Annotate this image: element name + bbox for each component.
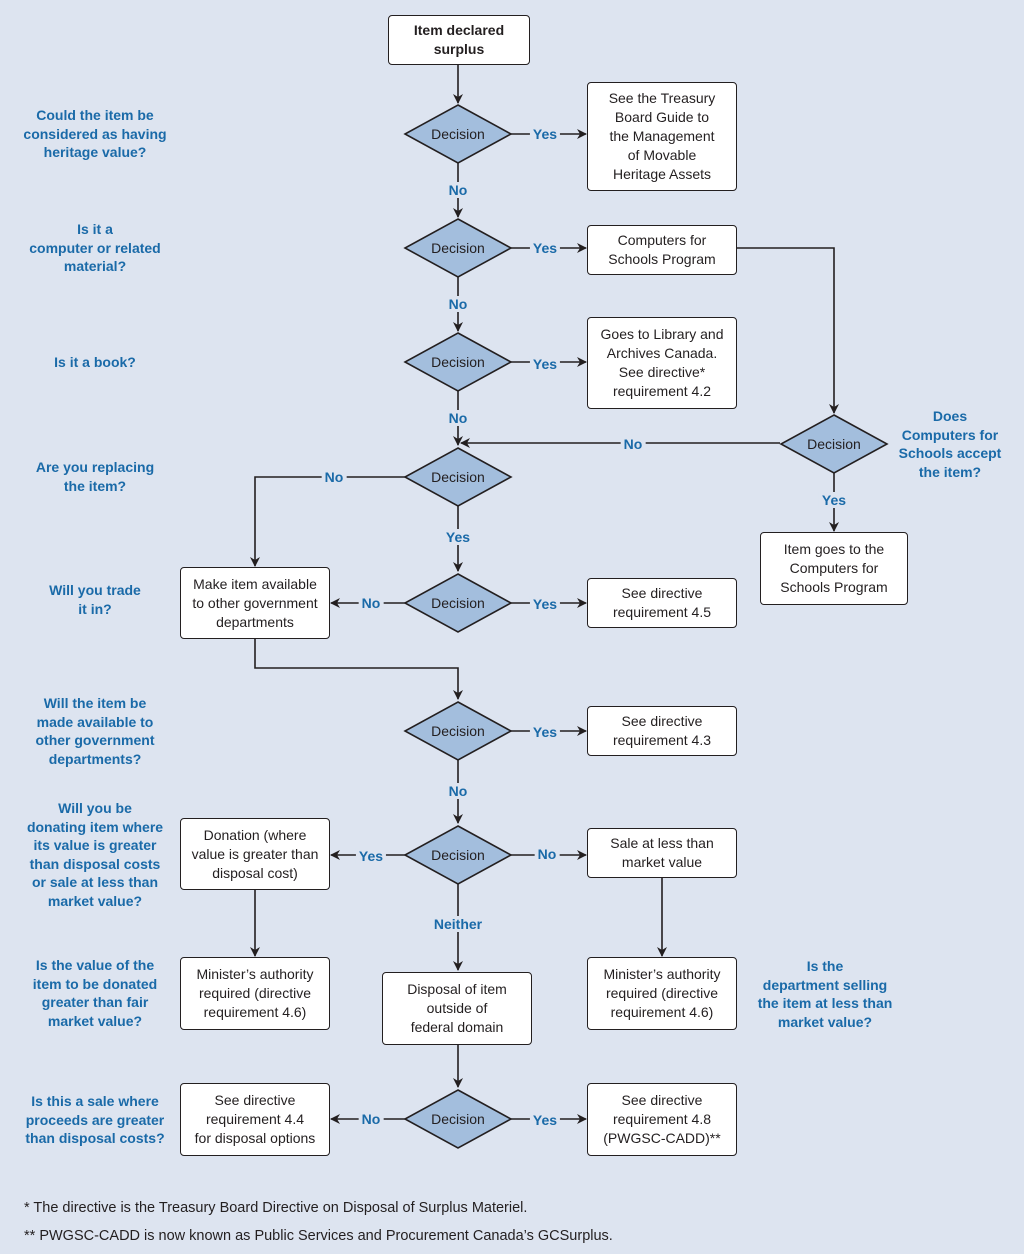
edge-label-no: No	[620, 436, 646, 452]
edge-label-yes: Yes	[529, 1112, 561, 1128]
decision-label: Decision	[431, 469, 485, 485]
edge-label-yes: Yes	[529, 356, 561, 372]
edge-label-no: No	[358, 595, 384, 611]
edge-label-no: No	[358, 1111, 384, 1127]
decision-label: Decision	[431, 240, 485, 256]
edge-label-yes: Yes	[355, 848, 387, 864]
connector-make-available-d6	[254, 639, 463, 700]
question-sale-proceeds: Is this a sale where proceeds are greate…	[25, 1093, 165, 1146]
box-library-archives: Goes to Library and Archives Canada. See…	[587, 317, 737, 409]
box-req-4-3: See directive requirement 4.3	[587, 706, 737, 756]
question-computer: Is it a computer or related material?	[29, 221, 161, 274]
question-trade: Will you trade it in?	[49, 582, 141, 617]
edge-label-no: No	[445, 182, 471, 198]
edge-label-no: No	[445, 296, 471, 312]
question-heritage: Could the item be considered as having h…	[23, 107, 167, 160]
decision-label: Decision	[431, 1111, 485, 1127]
box-req-4-8: See directive requirement 4.8 (PWGSC-CAD…	[587, 1083, 737, 1156]
edge-label-no: No	[445, 410, 471, 426]
connector-cfs-to-decision	[736, 247, 839, 414]
edge-label-yes: Yes	[529, 126, 561, 142]
start-box: Item declared surplus	[388, 15, 530, 65]
box-cfs-item: Item goes to the Computers for Schools P…	[760, 532, 908, 605]
footnote-directive: * The directive is the Treasury Board Di…	[24, 1200, 528, 1216]
question-replacing: Are you replacing the item?	[35, 459, 155, 494]
question-donated-value: Is the value of the item to be donated g…	[32, 957, 158, 1029]
edge-label-yes: Yes	[529, 596, 561, 612]
edge-label-yes: Yes	[818, 492, 850, 508]
box-minister-left: Minister’s authority required (directive…	[180, 957, 330, 1030]
question-donating: Will you be donating item where its valu…	[26, 800, 164, 909]
box-req-4-5: See directive requirement 4.5	[587, 578, 737, 628]
edge-label-neither: Neither	[430, 916, 486, 932]
edge-label-no: No	[445, 783, 471, 799]
decision-label: Decision	[431, 595, 485, 611]
edge-label-yes: Yes	[529, 724, 561, 740]
decision-label: Decision	[431, 126, 485, 142]
edge-label-yes: Yes	[529, 240, 561, 256]
flowchart-connectors	[250, 65, 889, 1149]
decision-label: Decision	[807, 436, 861, 452]
question-selling-less: Is the department selling the item at le…	[757, 958, 893, 1030]
question-book: Is it a book?	[54, 354, 136, 370]
decision-label: Decision	[431, 847, 485, 863]
box-sale-less: Sale at less than market value	[587, 828, 737, 878]
box-minister-right: Minister’s authority required (directive…	[587, 957, 737, 1030]
box-make-available: Make item available to other government …	[180, 567, 330, 639]
box-heritage-guide: See the Treasury Board Guide to the Mana…	[587, 82, 737, 191]
box-donation: Donation (where value is greater than di…	[180, 818, 330, 890]
connector-d4-no	[250, 476, 405, 567]
edge-label-no: No	[321, 469, 347, 485]
question-ogd: Will the item be made available to other…	[35, 695, 155, 767]
edge-label-yes: Yes	[442, 529, 474, 545]
edge-label-no: No	[534, 846, 560, 862]
question-cfs-accept: Does Computers for Schools accept the it…	[898, 408, 1002, 480]
box-cfs-program: Computers for Schools Program	[587, 225, 737, 275]
box-disposal-outside: Disposal of item outside of federal doma…	[382, 972, 532, 1045]
decision-label: Decision	[431, 354, 485, 370]
decision-label: Decision	[431, 723, 485, 739]
footnote-pwgsc: ** PWGSC-CADD is now known as Public Ser…	[24, 1228, 613, 1244]
box-req-4-4: See directive requirement 4.4 for dispos…	[180, 1083, 330, 1156]
